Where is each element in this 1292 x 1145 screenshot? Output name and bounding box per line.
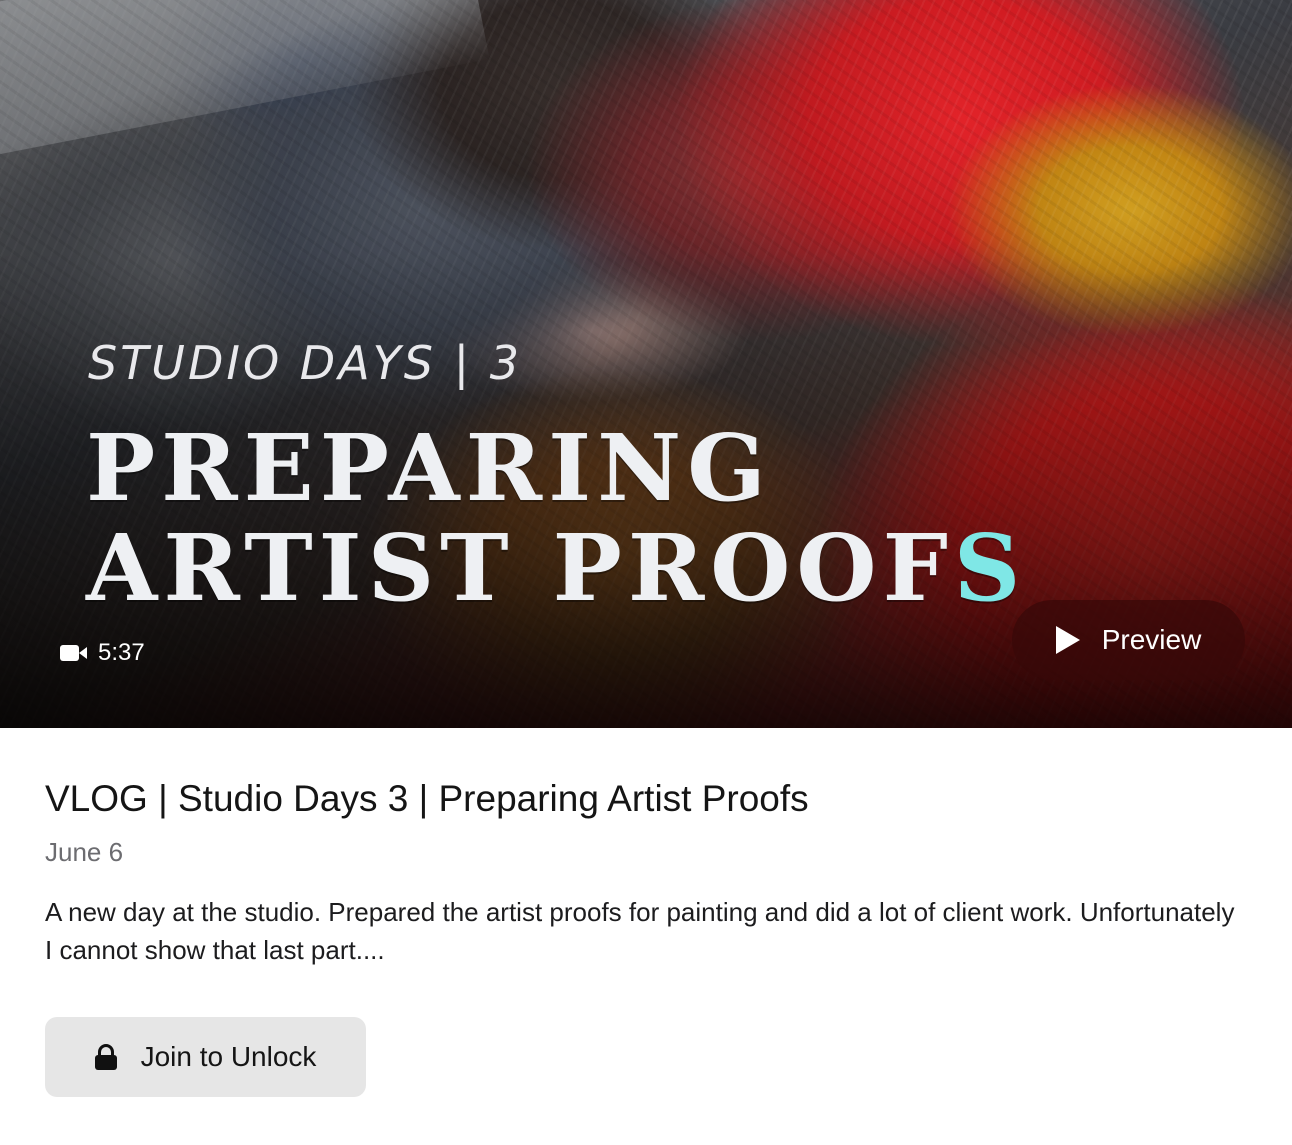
video-duration-text: 5:37 bbox=[98, 639, 145, 666]
preview-button[interactable]: Preview bbox=[1012, 600, 1245, 680]
thumbnail-kicker-text: STUDIO DAYS | 3 bbox=[88, 336, 522, 390]
post-description: A new day at the studio. Prepared the ar… bbox=[45, 897, 1235, 965]
lock-icon bbox=[94, 1044, 117, 1070]
preview-button-label: Preview bbox=[1101, 624, 1202, 655]
thumbnail-title-text: PREPARING ARTIST PROOFS bbox=[86, 418, 1026, 618]
video-thumbnail[interactable]: STUDIO DAYS | 3 PREPARING ARTIST PROOFS … bbox=[0, 0, 1292, 728]
post-card: STUDIO DAYS | 3 PREPARING ARTIST PROOFS … bbox=[0, 0, 1292, 1145]
post-title[interactable]: VLOG | Studio Days 3 | Preparing Artist … bbox=[45, 778, 809, 820]
thumbnail-title-line2-accent: S bbox=[953, 514, 1027, 622]
post-date: June 6 bbox=[45, 837, 124, 867]
thumbnail-title-line2-main: ARTIST PROOF bbox=[86, 514, 954, 622]
video-duration: 5:37 bbox=[60, 639, 145, 667]
join-to-unlock-button[interactable]: Join to Unlock bbox=[45, 1017, 366, 1097]
lock-body bbox=[94, 1055, 117, 1070]
video-camera-icon bbox=[60, 645, 88, 661]
join-button-label: Join to Unlock bbox=[140, 1041, 317, 1072]
play-icon bbox=[1055, 626, 1080, 654]
thumbnail-title-line1: PREPARING bbox=[86, 414, 772, 522]
thumbnail-title-line2: ARTIST PROOFS bbox=[86, 518, 1026, 618]
